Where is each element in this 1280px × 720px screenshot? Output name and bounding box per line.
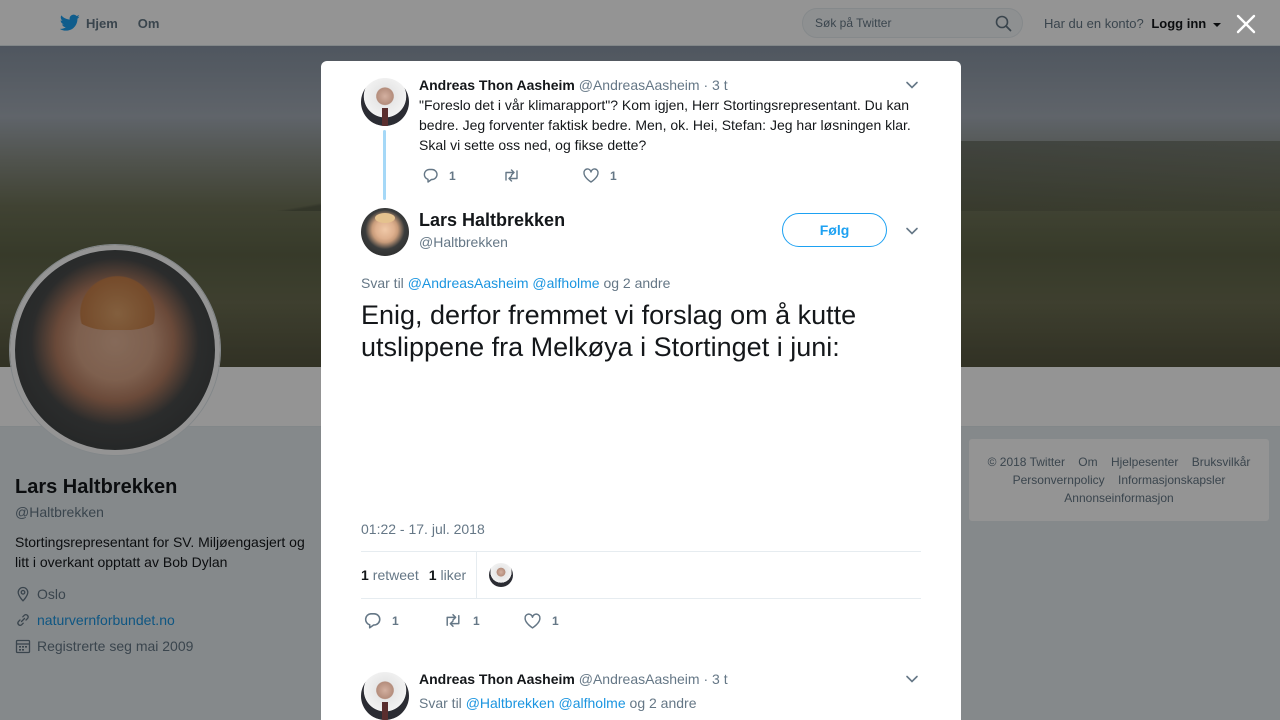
tweet-permalink-modal: Andreas Thon Aasheim @AndreasAasheim · 3… [321, 61, 961, 720]
reply-button[interactable]: 1 [363, 611, 443, 630]
chevron-down-icon[interactable] [905, 672, 919, 686]
author-name[interactable]: Andreas Thon Aasheim [419, 77, 575, 93]
tweet-time[interactable]: · 3 t [703, 77, 727, 93]
heart-icon [583, 168, 599, 183]
author-handle[interactable]: @Haltbrekken [419, 234, 508, 250]
retweet-stat-count: 1 [361, 567, 369, 583]
like-stat[interactable]: 1 liker [429, 567, 466, 583]
retweet-icon [505, 169, 518, 182]
reply-context: Svar til @AndreasAasheim @alfholme og 2 … [361, 275, 670, 291]
author-handle[interactable]: @AndreasAasheim [579, 671, 700, 687]
like-count: 1 [610, 168, 617, 183]
tweet-time[interactable]: · 3 t [703, 671, 727, 687]
like-button[interactable]: 1 [523, 612, 559, 630]
retweet-stat[interactable]: 1 retweet [361, 567, 419, 583]
like-stat-count: 1 [428, 567, 437, 583]
reply-suffix[interactable]: og 2 andre [630, 695, 697, 711]
tweet-actions: 1 1 1 [363, 611, 559, 630]
thread-connector-line [383, 130, 386, 200]
tweet-header: Andreas Thon Aasheim @AndreasAasheim · 3… [419, 77, 728, 93]
reply-context: Svar til @Haltbrekken @alfholme og 2 and… [419, 695, 696, 711]
retweet-count: 1 [473, 613, 480, 628]
tweet-header: Andreas Thon Aasheim @AndreasAasheim · 3… [419, 671, 728, 687]
author-handle[interactable]: @AndreasAasheim [579, 77, 700, 93]
retweet-button[interactable]: 1 [443, 611, 523, 630]
tweet-stats: 1 retweet 1 liker [361, 551, 921, 599]
follow-button[interactable]: Følg [782, 213, 887, 247]
chevron-down-icon[interactable] [905, 224, 919, 238]
tweet-timestamp[interactable]: 01:22 - 17. jul. 2018 [361, 521, 485, 537]
reply-icon [364, 613, 381, 629]
mention-link[interactable]: @alfholme [532, 275, 599, 291]
tweet-text: "Foreslo det i vår klimarapport"? Kom ig… [419, 97, 911, 153]
like-button[interactable]: 1 [582, 167, 617, 184]
retweet-button[interactable] [502, 167, 582, 184]
heart-icon [524, 612, 541, 629]
mention-link[interactable]: @Haltbrekken [466, 695, 555, 711]
avatar[interactable] [361, 78, 409, 126]
retweet-stat-label: retweet [372, 567, 419, 583]
tweet-actions: 1 1 [422, 167, 617, 184]
reply-count: 1 [449, 168, 456, 183]
mention-link[interactable]: @alfholme [559, 695, 626, 711]
avatar[interactable] [361, 208, 409, 256]
reply-prefix: Svar til [361, 275, 404, 291]
reply-suffix[interactable]: og 2 andre [603, 275, 670, 291]
author-name[interactable]: Lars Haltbrekken [419, 210, 565, 231]
like-stat-label: liker [440, 567, 467, 583]
avatar[interactable] [361, 672, 409, 720]
reply-icon [423, 168, 438, 183]
chevron-down-icon[interactable] [905, 78, 919, 92]
close-icon[interactable] [1234, 12, 1258, 36]
mention-link[interactable]: @AndreasAasheim [408, 275, 529, 291]
tweet-text: Enig, derfor fremmet vi forslag om å kut… [361, 300, 857, 362]
reply-button[interactable]: 1 [422, 167, 502, 184]
like-count: 1 [552, 613, 559, 628]
stats-divider [476, 551, 478, 599]
retweet-icon [446, 613, 460, 628]
author-name[interactable]: Andreas Thon Aasheim [419, 671, 575, 687]
liker-avatar[interactable] [489, 563, 514, 587]
reply-count: 1 [392, 613, 399, 628]
reply-prefix: Svar til [419, 695, 462, 711]
